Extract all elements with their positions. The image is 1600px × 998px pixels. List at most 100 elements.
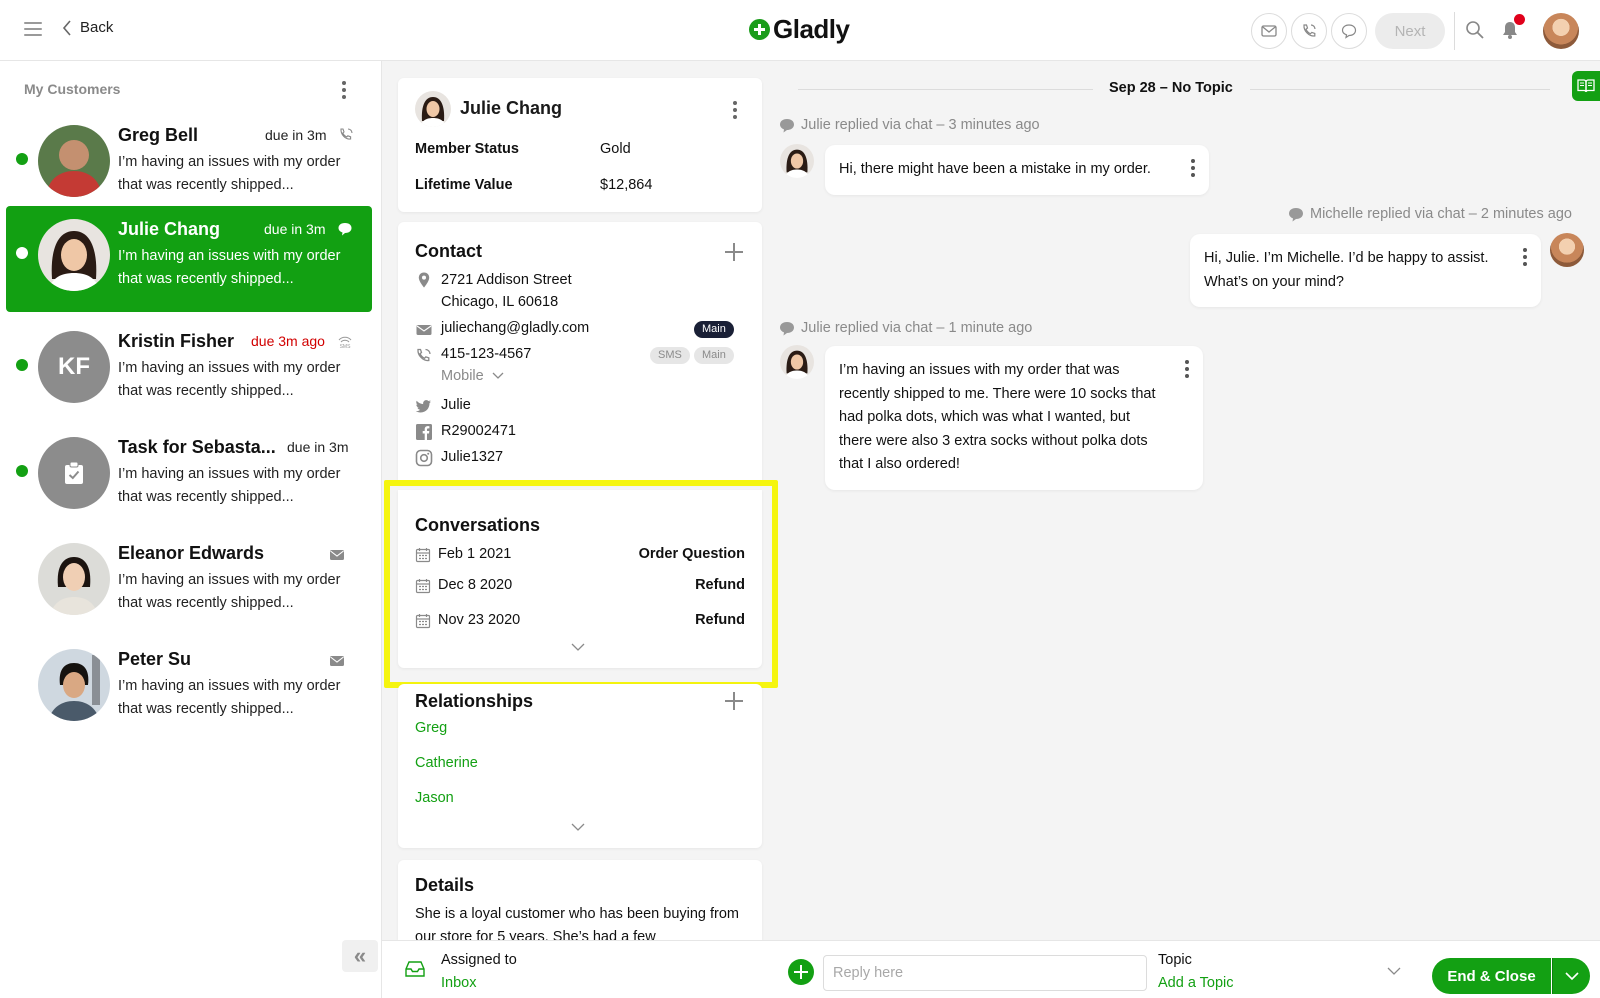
customer-profile-card: Julie Chang Member Status Gold Lifetime … <box>398 78 762 212</box>
email-value[interactable]: juliechang@gladly.com <box>441 320 589 336</box>
gladly-logo: Gladly <box>749 14 850 45</box>
chat-bubble-icon <box>780 321 794 335</box>
relationship-link[interactable]: Jason <box>415 790 454 806</box>
lifetime-value: $12,864 <box>600 177 653 193</box>
due-time-overdue: due 3m ago <box>251 333 325 349</box>
customer-item-greg-bell[interactable]: Greg Bell due in 3m I’m having an issues… <box>6 112 372 218</box>
avatar <box>38 125 110 197</box>
assigned-to-label: Assigned to <box>441 952 517 968</box>
message-meta: Julie replied via chat – 1 minute ago <box>779 320 1032 336</box>
online-status-dot <box>16 153 28 165</box>
customer-name: Peter Su <box>118 649 192 669</box>
message-more-options-icon[interactable] <box>1191 159 1195 180</box>
conversations-highlight-box <box>384 480 778 688</box>
back-button[interactable]: Back <box>62 19 113 36</box>
add-attachment-plus-icon[interactable] <box>788 959 814 985</box>
logo-text: Gladly <box>773 14 850 44</box>
phone-icon <box>417 348 431 362</box>
customer-item-julie-chang[interactable]: Julie Chang due in 3m I’m having an issu… <box>6 206 372 312</box>
date-divider-line <box>798 89 1093 90</box>
sms-icon: SMS <box>338 336 352 349</box>
relationship-link[interactable]: Catherine <box>415 755 478 771</box>
knowledge-base-book-icon[interactable] <box>1572 71 1600 101</box>
customer-item-peter-su[interactable]: Peter Su I’m having an issues with my or… <box>6 636 372 742</box>
facebook-id[interactable]: R29002471 <box>441 423 516 439</box>
phone-channel-button[interactable] <box>1291 13 1327 49</box>
message-meta-text: Julie replied via chat – 1 minute ago <box>801 320 1033 336</box>
chat-bubble-icon <box>1289 207 1303 221</box>
add-relationship-plus-icon[interactable] <box>725 692 743 710</box>
message-preview: I’m having an issues with my order that … <box>118 466 341 505</box>
toolbar-divider <box>1454 12 1455 50</box>
topic-label: Topic <box>1158 952 1192 968</box>
message-more-options-icon[interactable] <box>1185 360 1189 381</box>
agent-message-avatar <box>1550 233 1584 267</box>
customer-name: Task for Sebasta... <box>118 437 276 457</box>
customer-message-bubble: Hi, there might have been a mistake in m… <box>825 145 1209 195</box>
message-more-options-icon[interactable] <box>1523 248 1527 269</box>
details-card: Details She is a loyal customer who has … <box>398 860 762 940</box>
svg-text:SMS: SMS <box>340 344 352 349</box>
notification-dot <box>1514 14 1525 25</box>
customer-message-bubble: I’m having an issues with my order that … <box>825 346 1203 490</box>
due-time: due in 3m <box>287 439 349 455</box>
twitter-handle[interactable]: Julie <box>441 397 471 413</box>
relationship-link[interactable]: Greg <box>415 720 447 736</box>
chat-icon <box>338 223 352 236</box>
member-status-label: Member Status <box>415 141 519 157</box>
phone-icon <box>340 128 353 140</box>
customer-name: Eleanor Edwards <box>118 543 265 563</box>
sidebar-more-options-icon[interactable] <box>342 81 346 102</box>
profile-avatar <box>415 91 451 127</box>
online-status-dot <box>16 247 28 259</box>
address-line1[interactable]: 2721 Addison Street <box>441 272 572 288</box>
topic-chevron-down-icon[interactable] <box>1387 967 1401 976</box>
relationships-heading: Relationships <box>415 691 534 711</box>
chevron-left-icon <box>62 19 71 36</box>
chat-bubble-icon <box>1341 24 1357 39</box>
customer-item-task[interactable]: Task for Sebasta... due in 3m I’m having… <box>6 424 372 530</box>
next-button[interactable]: Next <box>1375 13 1445 49</box>
customer-message-avatar <box>780 144 814 178</box>
envelope-icon <box>1261 25 1277 37</box>
phone-icon <box>1303 24 1316 37</box>
message-meta: Julie replied via chat – 3 minutes ago <box>779 117 1040 133</box>
message-preview: I’m having an issues with my order that … <box>118 360 341 399</box>
due-time: due in 3m <box>264 221 326 237</box>
details-heading: Details <box>415 875 475 895</box>
contact-card: Contact 2721 Addison Street Chicago, IL … <box>398 222 762 484</box>
thread-date-header: Sep 28 – No Topic <box>1109 80 1233 96</box>
assigned-to-value[interactable]: Inbox <box>441 975 476 991</box>
hamburger-menu-icon[interactable] <box>24 22 42 36</box>
instagram-icon <box>415 449 433 467</box>
location-pin-icon <box>418 272 430 288</box>
address-line2[interactable]: Chicago, IL 60618 <box>441 294 558 310</box>
bottom-action-bar: Assigned to Inbox Topic Add a Topic End … <box>382 940 1600 998</box>
message-meta: Michelle replied via chat – 2 minutes ag… <box>1288 206 1572 222</box>
avatar <box>38 543 110 615</box>
current-user-avatar[interactable] <box>1543 13 1579 49</box>
search-icon[interactable] <box>1465 20 1485 40</box>
profile-more-options-icon[interactable] <box>733 101 737 122</box>
phone-type-label: Mobile <box>441 368 484 384</box>
expand-relationships-chevron-icon[interactable] <box>571 822 585 832</box>
reply-input[interactable] <box>823 955 1147 991</box>
profile-name: Julie Chang <box>460 98 563 118</box>
add-contact-plus-icon[interactable] <box>725 243 743 261</box>
member-status-value: Gold <box>600 141 631 157</box>
chat-channel-button[interactable] <box>1331 13 1367 49</box>
collapse-sidebar-icon[interactable]: « <box>342 940 378 972</box>
customer-item-kristin-fisher[interactable]: KF Kristin Fisher due 3m ago SMS I’m hav… <box>6 318 372 424</box>
date-divider-line <box>1250 89 1550 90</box>
due-time: due in 3m <box>265 127 327 143</box>
message-text: Hi, Julie. I’m Michelle. I’d be happy to… <box>1204 250 1489 290</box>
email-channel-button[interactable] <box>1251 13 1287 49</box>
instagram-handle[interactable]: Julie1327 <box>441 449 503 465</box>
end-and-close-button[interactable]: End & Close <box>1432 958 1551 994</box>
phone-type-dropdown[interactable]: Mobile <box>441 368 504 384</box>
end-close-dropdown-button[interactable] <box>1552 958 1590 994</box>
phone-sms-badge: SMS <box>650 347 690 364</box>
customer-item-eleanor-edwards[interactable]: Eleanor Edwards I’m having an issues wit… <box>6 530 372 636</box>
add-topic-link[interactable]: Add a Topic <box>1158 975 1234 991</box>
phone-value[interactable]: 415-123-4567 <box>441 346 531 362</box>
